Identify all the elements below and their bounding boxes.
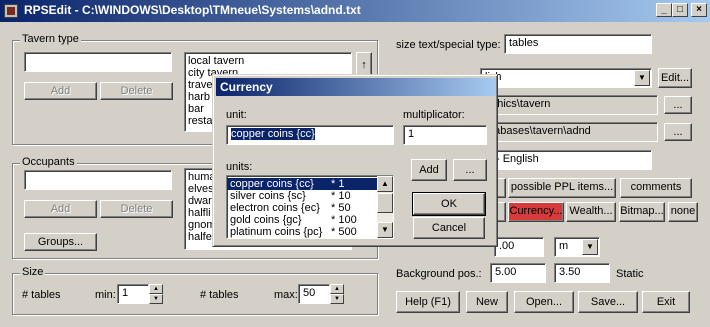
list-item[interactable]: electron coins {ec} * 50 [227, 202, 377, 214]
units-scrollbar[interactable]: ▲ ▼ [377, 176, 393, 238]
size-text-label: size text/special type: [396, 39, 501, 51]
unit-multiplier: * 50 [331, 202, 351, 214]
currency-dialog: Currency unit: copper coins {cc} multipl… [212, 74, 498, 247]
possible-ppl-button[interactable]: possible PPL items... [508, 178, 616, 198]
cancel-button[interactable]: Cancel [413, 217, 485, 239]
occupants-add-button[interactable]: Add [24, 200, 97, 218]
occupants-input[interactable] [24, 170, 172, 190]
units-list[interactable]: copper coins {cc} * 1 silver coins {sc} * … [226, 175, 394, 239]
unit-name: platinum coins {pc} [230, 226, 323, 238]
unit-label: unit: [226, 109, 247, 121]
scale-input[interactable]: .00 [494, 237, 544, 257]
save-button[interactable]: Save... [578, 291, 638, 313]
occupants-delete-button[interactable]: Delete [100, 200, 173, 218]
comments-button[interactable]: comments [620, 178, 692, 198]
size-label: Size [20, 266, 46, 278]
unit-name: silver coins {sc} [230, 190, 306, 202]
browse-graphics-button[interactable]: ... [664, 96, 692, 114]
max-label: max: [274, 289, 298, 301]
none-button[interactable]: none [668, 202, 698, 222]
tavern-add-button[interactable]: Add [24, 82, 97, 100]
window-title: RPSEdit - C:\WINDOWS\Desktop\TMneue\Syst… [24, 3, 361, 17]
database-path-field: atabases\tavern\adnd [480, 122, 658, 142]
browse-database-button[interactable]: ... [664, 123, 692, 141]
language-name-input[interactable]: D - English [480, 150, 652, 170]
title-bar: RPSEdit - C:\WINDOWS\Desktop\TMneue\Syst… [0, 0, 710, 22]
dialog-title: Currency [220, 80, 273, 94]
multiplicator-label: multiplicator: [403, 109, 465, 121]
max-tables-spinner[interactable]: ▲ ▼ [330, 284, 344, 304]
new-button[interactable]: New [466, 291, 508, 313]
unit-options-button[interactable]: ... [453, 159, 487, 181]
unit-multiplier: * 10 [331, 190, 351, 202]
ok-button[interactable]: OK [412, 192, 486, 216]
help-button[interactable]: Help (F1) [396, 291, 460, 313]
unit-input-selected-text: copper coins {cc} [231, 128, 315, 140]
min-label: min: [95, 289, 116, 301]
minimize-button[interactable]: _ [656, 3, 672, 17]
units-label: units: [226, 161, 253, 173]
bg-pos-x-input[interactable]: 5.00 [490, 263, 546, 283]
unit-name: electron coins {ec} [230, 202, 320, 214]
max-tables-input[interactable]: 50 [298, 284, 330, 304]
unit-input[interactable]: copper coins {cc} [226, 125, 394, 145]
list-item[interactable]: gold coins {gc} * 100 [227, 214, 377, 226]
maximize-button[interactable]: □ [672, 3, 688, 17]
dialog-title-bar: Currency [216, 78, 496, 96]
open-button[interactable]: Open... [514, 291, 574, 313]
unit-name: gold coins {gc} [230, 214, 302, 226]
chevron-down-icon[interactable]: ▼ [634, 70, 650, 86]
list-item[interactable]: platinum coins {pc} * 500 [227, 226, 377, 238]
bitmap-button[interactable]: Bitmap... [619, 202, 665, 222]
wealth-button[interactable]: Wealth... [566, 202, 616, 222]
chevron-down-icon[interactable]: ▼ [582, 239, 598, 255]
occupants-label: Occupants [20, 156, 77, 168]
static-label: Static [616, 268, 644, 280]
scroll-down-icon[interactable]: ▼ [377, 222, 393, 238]
min-tables-spinner[interactable]: ▲ ▼ [149, 284, 163, 304]
tavern-type-label: Tavern type [20, 33, 81, 45]
tavern-type-input[interactable] [24, 52, 172, 72]
graphics-path-field: aphics\tavern [480, 95, 658, 115]
list-item[interactable]: local tavern [185, 55, 351, 67]
min-unit-label: # tables [22, 289, 61, 301]
close-button[interactable]: × [691, 3, 707, 17]
exit-button[interactable]: Exit [642, 291, 690, 313]
unit-multiplier: * 1 [331, 178, 345, 190]
scroll-up-icon[interactable]: ▲ [377, 176, 393, 192]
groups-button[interactable]: Groups... [24, 233, 97, 251]
unit-name: copper coins {cc} [230, 178, 314, 190]
scroll-thumb[interactable] [377, 193, 393, 213]
list-item[interactable]: copper coins {cc} * 1 [227, 178, 377, 190]
app-icon [4, 4, 18, 18]
edit-button[interactable]: Edit... [658, 68, 692, 88]
list-item[interactable]: silver coins {sc} * 10 [227, 190, 377, 202]
size-text-input[interactable]: tables [504, 34, 652, 54]
min-tables-input[interactable]: 1 [117, 284, 149, 304]
multiplicator-input[interactable]: 1 [403, 125, 487, 145]
bg-pos-label: Background pos.: [396, 268, 482, 280]
tavern-delete-button[interactable]: Delete [100, 82, 173, 100]
bg-pos-y-input[interactable]: 3.50 [554, 263, 610, 283]
unit-multiplier: * 500 [331, 226, 357, 238]
currency-button[interactable]: Currency... [508, 202, 564, 222]
language-select[interactable]: lish [480, 68, 652, 88]
add-unit-button[interactable]: Add [411, 159, 447, 181]
max-unit-label: # tables [200, 289, 239, 301]
unit-multiplier: * 100 [331, 214, 357, 226]
